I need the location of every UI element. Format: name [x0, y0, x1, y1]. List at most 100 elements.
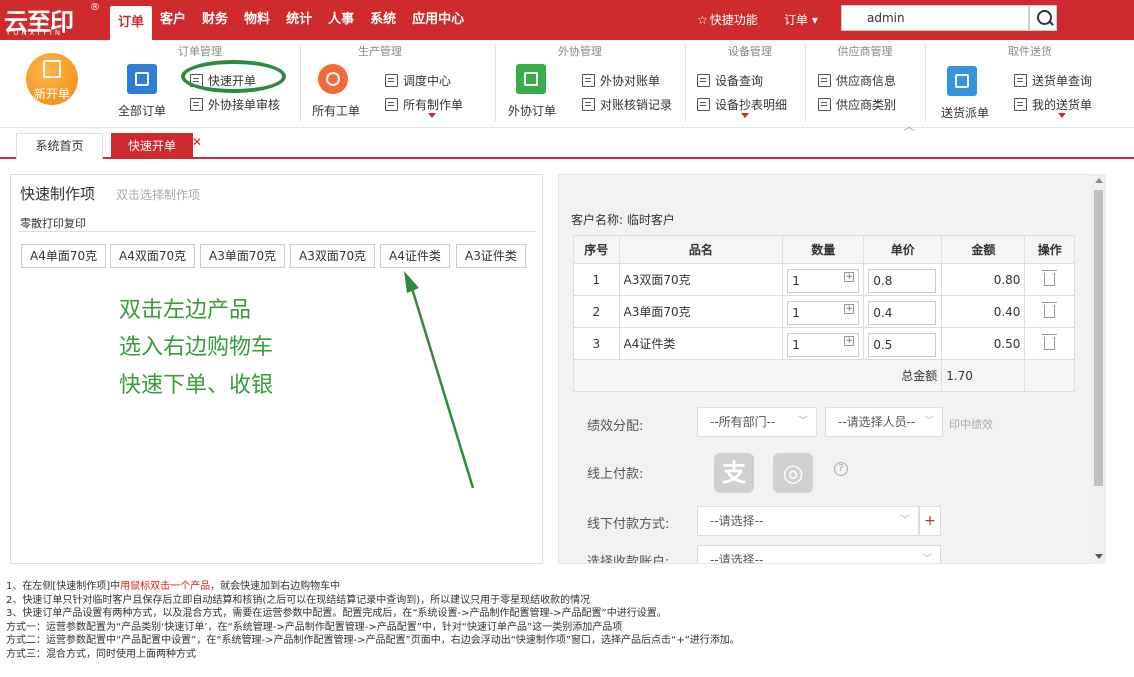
nav-item-hr[interactable]: 人事: [320, 0, 362, 40]
dispatch-center-link[interactable]: 调度中心: [385, 72, 451, 89]
scrollbar-thumb[interactable]: [1094, 190, 1103, 486]
online-pay-label: 线上付款:: [587, 467, 644, 482]
column-header: 单价: [863, 235, 943, 264]
note-highlight: 用鼠标双击一个产品: [120, 581, 211, 592]
reconcile-records-link[interactable]: 对账核销记录: [582, 96, 672, 113]
nav-item-customers[interactable]: 客户: [152, 0, 194, 40]
supplier-info-link[interactable]: 供应商信息: [818, 72, 896, 89]
alipay-icon[interactable]: 支: [714, 453, 754, 493]
chevron-down-icon: ﹀: [924, 416, 934, 427]
outsource-statement-link[interactable]: 外协对账单: [582, 72, 660, 89]
note-line: 方式二：运营参数配置中“产品配置中设置”，在“系统管理->产品制作配置管理->产…: [6, 635, 740, 646]
trash-icon[interactable]: [1042, 334, 1058, 350]
new-order-label: 新开单: [33, 87, 70, 101]
group-title-equipment: 设备管理: [728, 45, 772, 58]
chevron-down-icon[interactable]: [1058, 113, 1066, 118]
chevron-down-icon[interactable]: [741, 113, 749, 118]
plus-icon[interactable]: +: [844, 271, 855, 282]
nav-item-statistics[interactable]: 统计: [278, 0, 320, 40]
outsource-orders-link[interactable]: 外协订单: [508, 102, 556, 119]
meter-details-link[interactable]: 设备抄表明细: [697, 96, 787, 113]
tab-quick-order[interactable]: 快速开单 ✕: [111, 133, 202, 159]
tab-home[interactable]: 系统首页: [16, 133, 103, 159]
offline-pay-select[interactable]: --请选择-- ﹀: [697, 506, 919, 536]
person-select[interactable]: --请选择人员-- ﹀: [825, 407, 943, 437]
column-header: 品名: [618, 235, 784, 264]
trash-icon[interactable]: [1042, 270, 1058, 286]
note-line: 3、快速订单产品设置有两种方式，以及混合方式，需要在运营参数中配置。配置完成后，…: [6, 608, 667, 619]
search-input[interactable]: admin: [841, 5, 1029, 31]
nav-item-system[interactable]: 系统: [362, 0, 404, 40]
my-delivery-link[interactable]: 我的送货单: [1014, 96, 1092, 113]
amount-value: 0.50: [941, 327, 1026, 360]
quantity-stepper[interactable]: 1 +: [787, 300, 860, 325]
logo: 云至印 YUNXIYIN ®: [4, 2, 104, 38]
all-work-orders-link[interactable]: 所有工单: [312, 102, 360, 119]
work-orders-icon[interactable]: [318, 64, 348, 94]
divider: [685, 44, 686, 122]
registered-mark: ®: [90, 2, 100, 13]
nav-item-finance[interactable]: 财务: [194, 0, 236, 40]
cart-table: 序号 品名 数量 单价 金额 操作 1 A3双面70克 1 + 0.8 0.80 …: [572, 235, 1075, 392]
note-line: 方式三：混合方式，同时使用上面两种方式: [6, 648, 196, 660]
delivery-query-link[interactable]: 送货单查询: [1014, 72, 1092, 89]
print-performance-link[interactable]: 印中绩效: [949, 416, 993, 432]
delivery-dispatch-icon[interactable]: [947, 66, 977, 96]
all-production-orders-link[interactable]: 所有制作单: [385, 96, 463, 113]
close-icon[interactable]: ✕: [192, 130, 202, 154]
plus-icon[interactable]: +: [844, 303, 855, 314]
customer-name: 客户名称: 临时客户: [571, 211, 675, 228]
scrollbar[interactable]: [1091, 174, 1106, 564]
search-scope-select[interactable]: 订单 ▾: [784, 11, 818, 28]
chevron-down-icon: ▾: [811, 13, 818, 27]
nav-item-materials[interactable]: 物料: [236, 0, 278, 40]
add-payment-button[interactable]: +: [919, 506, 941, 536]
group-title-delivery: 取件送货: [1008, 45, 1052, 58]
tab-bar: 系统首页 快速开单 ✕: [0, 129, 1134, 159]
wechat-pay-icon[interactable]: ◎: [773, 453, 813, 493]
outsource-review-link[interactable]: 外协接单审核: [190, 96, 280, 113]
department-select[interactable]: --所有部门-- ﹀: [697, 407, 817, 437]
price-input[interactable]: 0.4: [868, 300, 937, 325]
column-header: 数量: [782, 235, 865, 264]
offline-pay-label: 线下付款方式:: [587, 517, 670, 532]
tab-quick-order-label: 快速开单: [127, 139, 176, 153]
quick-functions-link[interactable]: ☆ 快捷功能: [697, 11, 758, 28]
chevron-down-icon: ﹀: [900, 515, 910, 526]
all-orders-icon[interactable]: [127, 64, 157, 94]
divider: [495, 44, 496, 122]
plus-icon[interactable]: +: [844, 335, 855, 346]
all-orders-link[interactable]: 全部订单: [118, 102, 166, 119]
account-select[interactable]: --请选择-- ﹀: [697, 545, 941, 563]
supplier-category-link[interactable]: 供应商类别: [818, 96, 896, 113]
equipment-query-link[interactable]: 设备查询: [697, 72, 763, 89]
delivery-dispatch-link[interactable]: 送货派单: [941, 104, 989, 121]
column-header: 操作: [1024, 235, 1075, 264]
price-input[interactable]: 0.5: [868, 332, 937, 357]
trash-icon[interactable]: [1042, 302, 1058, 318]
scroll-down-icon[interactable]: [1095, 554, 1103, 559]
instructions: 1、在左侧[快速制作项]中用鼠标双击一个产品，就会快速加到右边购物车中 2、快速…: [6, 580, 1126, 661]
main-nav: 订单 客户 财务 物料 统计 人事 系统 应用中心: [110, 0, 472, 40]
row-number: 1: [573, 263, 620, 296]
quick-functions-label: 快捷功能: [709, 13, 758, 27]
column-header: 序号: [573, 235, 620, 264]
outsource-orders-icon[interactable]: [516, 64, 546, 94]
quantity-stepper[interactable]: 1 +: [787, 332, 860, 357]
divider: [300, 44, 301, 122]
note-line: 2、快速订单只针对临时客户且保存后立即自动结算和核销(之后可以在现结结算记录中查…: [6, 594, 591, 606]
chevron-down-icon[interactable]: [428, 113, 436, 118]
nav-item-orders[interactable]: 订单: [110, 6, 153, 40]
nav-item-app-center[interactable]: 应用中心: [404, 0, 472, 40]
price-input[interactable]: 0.8: [868, 268, 937, 293]
star-icon: ☆: [697, 13, 708, 27]
new-order-button[interactable]: 新开单: [26, 53, 78, 105]
search-icon[interactable]: [1029, 5, 1057, 31]
help-icon[interactable]: ?: [834, 462, 848, 476]
quantity-stepper[interactable]: 1 +: [787, 268, 860, 293]
logo-subtext: YUNXIYIN: [6, 29, 64, 37]
ribbon-toolbar: 订单管理 生产管理 外协管理 设备管理 供应商管理 取件送货 新开单 全部订单 …: [0, 40, 1134, 128]
amount-value: 0.40: [941, 295, 1026, 328]
scroll-up-icon[interactable]: [1095, 178, 1103, 183]
table-row: 2 A3单面70克 1 + 0.4 0.40: [573, 295, 1075, 328]
